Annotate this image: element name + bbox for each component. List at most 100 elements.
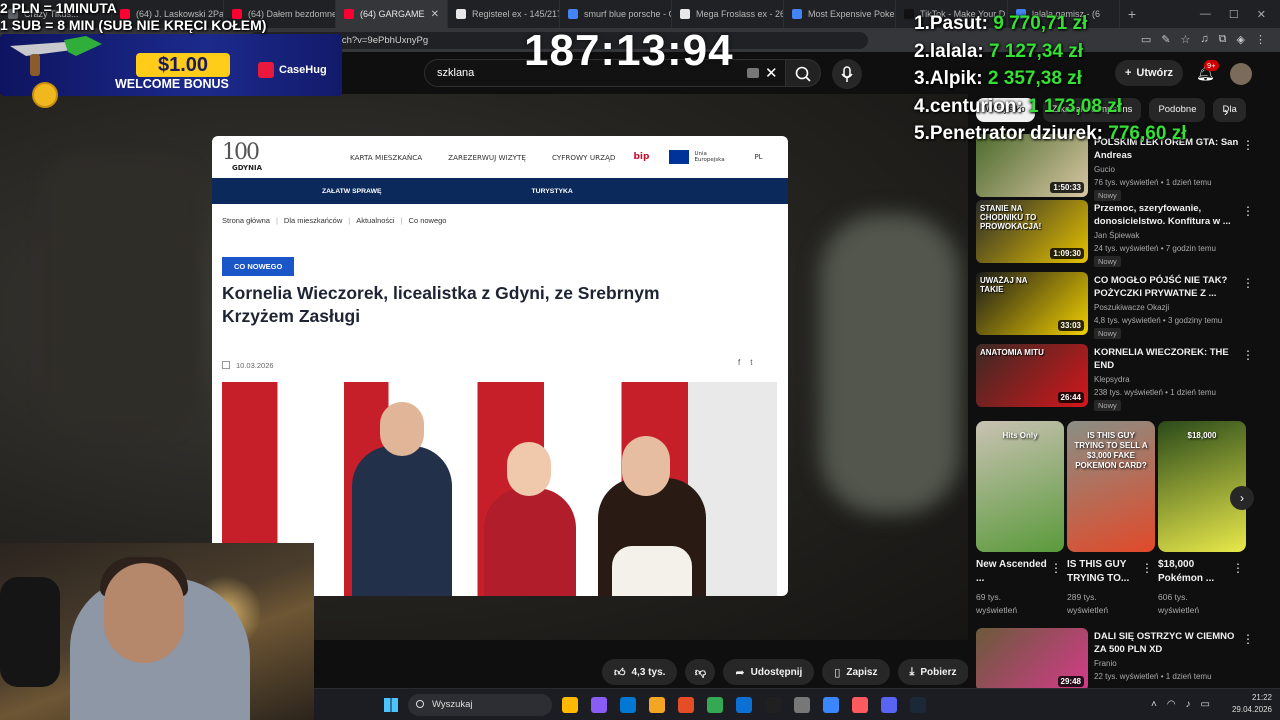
more-options-icon[interactable]: ⋮ <box>1242 204 1254 218</box>
like-button[interactable]: 👍︎ 4,3 tys. <box>602 659 678 685</box>
taskbar-app-icon[interactable] <box>649 697 665 713</box>
video-thumbnail[interactable]: UWAŻAJ NA TAKIE 33:03 <box>976 272 1088 335</box>
video-title[interactable]: DALI SIĘ OSTRZYC W CIEMNO ZA 500 PLN XD <box>1094 630 1244 656</box>
video-item[interactable]: UWAŻAJ NA TAKIE 33:03 CO MOGŁO PÓJŚĆ NIE T… <box>976 272 1272 340</box>
battery-icon[interactable]: ▭ <box>1201 699 1210 710</box>
short-item[interactable]: Hits Only New Ascended ... 69 tys. wyświet… <box>976 421 1064 615</box>
chevron-right-icon[interactable]: › <box>1224 104 1228 119</box>
leaderboard-rank: 4. <box>914 95 930 117</box>
video-channel[interactable]: Klepsydra <box>1094 375 1130 384</box>
wifi-icon[interactable]: ◠ <box>1167 699 1176 710</box>
leaderboard-amount: 776,60 zł <box>1108 123 1187 144</box>
clock[interactable]: 21:22 29.04.2026 <box>1232 692 1272 716</box>
share-button[interactable]: ➦ Udostępnij <box>723 659 815 685</box>
video-title[interactable]: Przemoc, szeryfowanie, donosicielstwo. K… <box>1094 202 1244 228</box>
more-options-icon[interactable]: ⋮ <box>1050 561 1062 575</box>
download-button[interactable]: ⤓ Pobierz <box>897 659 969 685</box>
keyboard-icon[interactable] <box>747 68 759 78</box>
video-thumbnail[interactable]: STANIE NA CHODNIKU TO PROWOKACJA! 1:09:30 <box>976 200 1088 263</box>
windows-start-icon[interactable] <box>384 698 398 712</box>
video-channel[interactable]: Poszukiwacze Okazji <box>1094 303 1169 312</box>
extension-icon[interactable]: ⧉ <box>1219 33 1227 46</box>
taskbar-app-icon[interactable] <box>562 697 578 713</box>
timer-digit: 4 <box>708 26 734 75</box>
volume-icon[interactable]: ♪ <box>1186 699 1191 710</box>
short-thumbnail[interactable]: Hits Only <box>976 421 1064 552</box>
short-item[interactable]: $18,000 $18,000 Pokémon ... 606 tys. wyświ… <box>1158 421 1246 615</box>
promo-amount: $1.00 <box>136 53 230 77</box>
more-options-icon[interactable]: ⋮ <box>1141 561 1153 575</box>
short-title[interactable]: IS THIS GUY TRYING TO... <box>1067 558 1139 586</box>
music-icon[interactable]: ♫ <box>1200 33 1208 46</box>
taskbar-app-icon[interactable] <box>910 697 926 713</box>
gdynia-blue-bar: ZAŁATW SPRAWĘ TURYSTYKA <box>212 178 788 204</box>
taskbar-search[interactable]: Wyszukaj <box>408 694 552 716</box>
browser-tab[interactable]: smurf blue porsche - G <box>560 0 672 28</box>
video-channel[interactable]: Gucio <box>1094 165 1115 174</box>
video-channel[interactable]: Jan Śpiewak <box>1094 231 1139 240</box>
chevron-up-icon[interactable]: ˄ <box>1151 699 1157 710</box>
shield-icon[interactable]: ◈ <box>1237 33 1245 46</box>
maximize-button[interactable]: ☐ <box>1229 8 1239 21</box>
subathon-timer: 187:13:94 <box>524 26 734 76</box>
taskbar-app-icon[interactable] <box>794 697 810 713</box>
notifications-badge: 9+ <box>1204 60 1219 71</box>
more-options-icon[interactable]: ⋮ <box>1242 348 1254 362</box>
chip-for-you[interactable]: Dla <box>1213 98 1246 122</box>
video-channel[interactable]: Franio <box>1094 659 1117 668</box>
short-title[interactable]: $18,000 Pokémon ... <box>1158 558 1230 586</box>
taskbar-app-icon[interactable] <box>823 697 839 713</box>
thumbnail-text: UWAŻAJ NA TAKIE <box>980 276 1028 294</box>
avatar[interactable] <box>1230 63 1252 85</box>
shorts-next-button[interactable]: › <box>1230 486 1254 510</box>
taskbar-app-icon[interactable] <box>678 697 694 713</box>
browser-tab[interactable]: (64) GARGAME ✕ <box>336 0 448 28</box>
video-thumbnail[interactable]: 29:48 <box>976 628 1088 691</box>
short-thumbnail-text: IS THIS GUY TRYING TO SELL A $3,000 FAKE… <box>1074 431 1148 470</box>
taskbar-app-icon[interactable] <box>707 697 723 713</box>
video-title[interactable]: CO MOGŁO PÓJŚĆ NIE TAK? POŻYCZKI PRYWATN… <box>1094 274 1244 300</box>
video-item[interactable]: ANATOMIA MITU 26:44 KORNELIA WIECZOREK: TH… <box>976 344 1272 412</box>
tab-favicon-icon <box>568 9 578 19</box>
taskbar-app-icon[interactable] <box>765 697 781 713</box>
more-options-icon[interactable]: ⋮ <box>1242 276 1254 290</box>
leaderboard-name: Pasut: <box>929 13 988 34</box>
background-blur <box>820 214 960 514</box>
close-window-button[interactable]: ✕ <box>1257 8 1266 21</box>
shorts-shelf: Hits Only New Ascended ... 69 tys. wyświet… <box>976 421 1246 615</box>
browser-tab[interactable]: Registeel ex - 145/217 <box>448 0 560 28</box>
taskbar-app-icon[interactable] <box>620 697 636 713</box>
taskbar-app-icon[interactable] <box>736 697 752 713</box>
search-button[interactable] <box>785 59 821 87</box>
taskbar-app-icon[interactable] <box>852 697 868 713</box>
video-thumbnail[interactable]: ANATOMIA MITU 26:44 <box>976 344 1088 407</box>
breadcrumb-item: Aktualności <box>356 216 395 225</box>
taskbar-app-icon[interactable] <box>881 697 897 713</box>
menu-icon[interactable]: ⋮ <box>1255 33 1266 46</box>
taskbar-app-icon[interactable] <box>591 697 607 713</box>
more-options-icon[interactable]: ⋮ <box>1232 561 1244 575</box>
short-title[interactable]: New Ascended ... <box>976 558 1048 586</box>
clear-search-icon[interactable]: ✕ <box>765 64 778 82</box>
minimize-button[interactable]: — <box>1200 8 1211 21</box>
dislike-button[interactable]: 👎︎ <box>685 659 716 685</box>
voice-search-button[interactable] <box>832 59 862 89</box>
video-duration: 1:50:33 <box>1050 182 1084 193</box>
save-button[interactable]: ▯ Zapisz <box>822 659 890 685</box>
video-item[interactable]: STANIE NA CHODNIKU TO PROWOKACJA! 1:09:30… <box>976 200 1272 268</box>
more-options-icon[interactable]: ⋮ <box>1242 632 1254 646</box>
eu-flag-icon <box>669 150 690 164</box>
close-tab-icon[interactable]: ✕ <box>431 9 439 20</box>
short-item[interactable]: IS THIS GUY TRYING TO SELL A $3,000 FAKE… <box>1067 421 1155 615</box>
browser-tab[interactable]: Most Expensive Poken <box>784 0 896 28</box>
browser-tab[interactable]: Mega Froslass ex - 26 <box>672 0 784 28</box>
video-title[interactable]: KORNELIA WIECZOREK: THE END <box>1094 346 1244 372</box>
twitter-icon: t <box>750 358 753 367</box>
video-item[interactable]: 29:48 DALI SIĘ OSTRZYC W CIEMNO ZA 500 PL… <box>976 628 1272 696</box>
short-thumbnail[interactable]: $18,000 <box>1158 421 1246 552</box>
short-thumbnail[interactable]: IS THIS GUY TRYING TO SELL A $3,000 FAKE… <box>1067 421 1155 552</box>
search-input[interactable]: szklana <box>437 67 474 79</box>
more-options-icon[interactable]: ⋮ <box>1242 138 1254 152</box>
share-icons: f t <box>738 358 752 367</box>
leaderboard-name: Alpik: <box>929 68 983 89</box>
